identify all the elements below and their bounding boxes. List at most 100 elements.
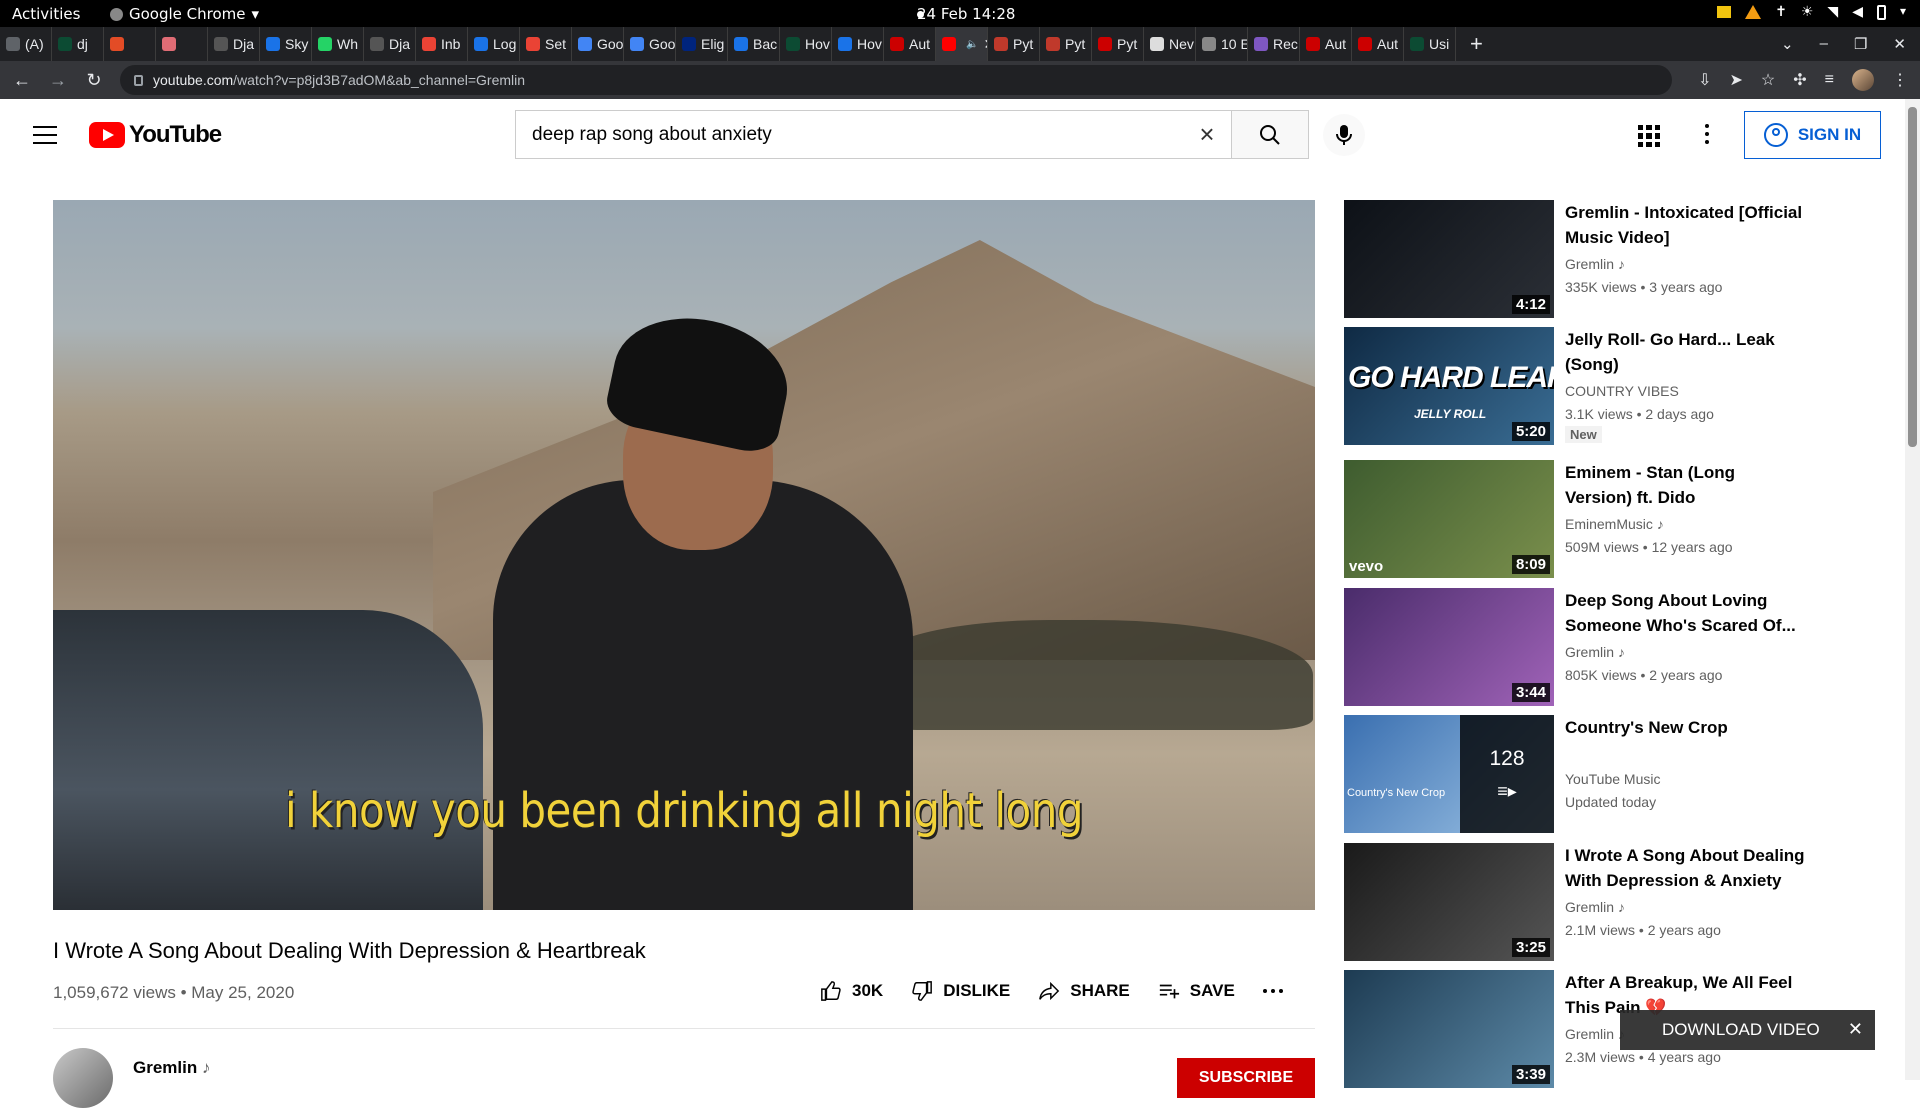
youtube-play-icon: [89, 122, 125, 148]
channel-avatar[interactable]: [53, 1048, 113, 1108]
browser-tab[interactable]: 🔈✕: [936, 27, 988, 61]
activities-button[interactable]: Activities: [12, 5, 80, 23]
search-button[interactable]: [1231, 110, 1309, 159]
close-icon[interactable]: ✕: [1848, 1019, 1863, 1040]
browser-tab[interactable]: Set: [520, 27, 572, 61]
clock[interactable]: 24 Feb 14:28: [917, 5, 1015, 23]
menu-icon[interactable]: [33, 126, 57, 144]
forward-button[interactable]: →: [44, 70, 72, 91]
recommendation-channel[interactable]: Gremlin ♪: [1565, 899, 1625, 915]
send-icon[interactable]: ➤: [1730, 70, 1743, 90]
recommendation-title[interactable]: I Wrote A Song About Dealing With Depres…: [1565, 843, 1805, 893]
recommendation-item[interactable]: Country's New Crop 128 ≡▸ Country's New Cro…: [1344, 715, 1804, 833]
media-control-icon[interactable]: ≡: [1825, 71, 1834, 89]
recommendation-thumbnail[interactable]: 3:44: [1344, 588, 1554, 706]
video-views-date: 1,059,672 views • May 25, 2020: [53, 983, 295, 1002]
recommendation-thumbnail[interactable]: 4:12: [1344, 200, 1554, 318]
browser-tab[interactable]: Pyt: [1092, 27, 1144, 61]
recommendation-item[interactable]: vevo 8:09 Eminem - Stan (Long Version) ft.…: [1344, 460, 1804, 578]
recommendation-channel[interactable]: EminemMusic ♪: [1565, 516, 1664, 532]
save-button[interactable]: SAVE: [1158, 980, 1235, 1002]
recommendation-item[interactable]: GO HARD LEAK JELLY ROLL 5:20 Jelly Roll- Go…: [1344, 327, 1804, 445]
recommendation-channel[interactable]: Gremlin ♪: [1565, 256, 1625, 272]
voice-search-button[interactable]: [1323, 114, 1365, 156]
browser-tab[interactable]: Hov: [780, 27, 832, 61]
browser-tab[interactable]: Dja: [208, 27, 260, 61]
back-button[interactable]: ←: [8, 70, 36, 91]
settings-more-icon[interactable]: [1705, 124, 1709, 144]
recommendation-thumbnail[interactable]: 3:39: [1344, 970, 1554, 1088]
browser-tab[interactable]: Nev: [1144, 27, 1196, 61]
browser-tab[interactable]: Aut: [1300, 27, 1352, 61]
search-input[interactable]: [516, 111, 1183, 158]
chrome-menu-icon[interactable]: ⋮: [1892, 70, 1908, 90]
minimize-icon[interactable]: –: [1820, 35, 1828, 53]
youtube-logo[interactable]: YouTube: [89, 121, 222, 149]
recommendation-thumbnail[interactable]: GO HARD LEAK JELLY ROLL 5:20: [1344, 327, 1554, 445]
install-app-icon[interactable]: ⇩: [1698, 70, 1711, 90]
recommendation-title[interactable]: Eminem - Stan (Long Version) ft. Dido: [1565, 460, 1805, 510]
bookmark-star-icon[interactable]: ☆: [1761, 70, 1775, 90]
recommendation-channel[interactable]: Gremlin ♪: [1565, 1026, 1625, 1042]
browser-tab[interactable]: dj: [52, 27, 104, 61]
browser-tab[interactable]: Elig: [676, 27, 728, 61]
recommendation-thumbnail[interactable]: 3:25: [1344, 843, 1554, 961]
app-menu[interactable]: Google Chrome ▾: [110, 5, 259, 23]
recommendation-thumbnail[interactable]: Country's New Crop 128 ≡▸: [1344, 715, 1554, 833]
notes-icon: [1717, 6, 1732, 18]
browser-tab[interactable]: (A): [0, 27, 52, 61]
sign-in-button[interactable]: SIGN IN: [1744, 111, 1881, 159]
recommendation-title[interactable]: Country's New Crop: [1565, 715, 1805, 740]
browser-tab[interactable]: Inb: [416, 27, 468, 61]
recommendation-item[interactable]: 4:12 Gremlin - Intoxicated [Official Musi…: [1344, 200, 1804, 318]
browser-tab[interactable]: Pyt: [1040, 27, 1092, 61]
close-window-icon[interactable]: ✕: [1893, 35, 1906, 53]
browser-tab[interactable]: Aut: [1352, 27, 1404, 61]
recommendation-channel[interactable]: Gremlin ♪: [1565, 644, 1625, 660]
browser-tab[interactable]: Goo: [572, 27, 624, 61]
browser-tab[interactable]: Rec: [1248, 27, 1300, 61]
browser-tab[interactable]: Sky: [260, 27, 312, 61]
restore-icon[interactable]: ❐: [1854, 35, 1867, 53]
browser-tab[interactable]: Pyt: [988, 27, 1040, 61]
more-actions-icon[interactable]: [1262, 989, 1283, 993]
recommendation-title[interactable]: Gremlin - Intoxicated [Official Music Vi…: [1565, 200, 1805, 250]
profile-avatar[interactable]: [1852, 69, 1874, 91]
tab-title: Pyt: [1013, 36, 1034, 52]
browser-tab[interactable]: 10 E: [1196, 27, 1248, 61]
reload-button[interactable]: ↻: [80, 70, 108, 91]
browser-tab[interactable]: Wh: [312, 27, 364, 61]
extensions-icon[interactable]: ✣: [1793, 70, 1806, 90]
browser-tab[interactable]: Dja: [364, 27, 416, 61]
page-scrollbar[interactable]: [1905, 99, 1920, 1080]
browser-tab[interactable]: Aut: [884, 27, 936, 61]
new-tab-button[interactable]: +: [1456, 31, 1497, 57]
recommendation-channel[interactable]: COUNTRY VIBES: [1565, 383, 1679, 399]
subscribe-button[interactable]: SUBSCRIBE: [1177, 1058, 1315, 1098]
browser-tab[interactable]: Log: [468, 27, 520, 61]
browser-tab[interactable]: Bac: [728, 27, 780, 61]
browser-tab[interactable]: [104, 27, 156, 61]
recommendation-item[interactable]: 3:44 Deep Song About Loving Someone Who's…: [1344, 588, 1804, 706]
video-player[interactable]: i know you been drinking all night long: [53, 200, 1315, 910]
recommendation-thumbnail[interactable]: vevo 8:09: [1344, 460, 1554, 578]
download-video-popup[interactable]: DOWNLOAD VIDEO ✕: [1620, 1010, 1875, 1050]
browser-tab[interactable]: [156, 27, 208, 61]
recommendation-channel[interactable]: YouTube Music: [1565, 771, 1660, 787]
system-tray[interactable]: ✝ ☀ ◥ ◀ ▾: [1717, 4, 1906, 20]
clear-search-icon[interactable]: ×: [1183, 119, 1231, 150]
recommendation-item[interactable]: 3:25 I Wrote A Song About Dealing With De…: [1344, 843, 1805, 961]
channel-name[interactable]: Gremlin ♪: [133, 1058, 210, 1078]
browser-tab[interactable]: Hov: [832, 27, 884, 61]
dislike-button[interactable]: DISLIKE: [911, 980, 1010, 1002]
share-button[interactable]: SHARE: [1038, 980, 1130, 1002]
recommendation-title[interactable]: Jelly Roll- Go Hard... Leak (Song): [1565, 327, 1805, 377]
address-bar[interactable]: youtube.com /watch?v=p8jd3B7adOM&ab_chan…: [120, 65, 1672, 95]
tab-search-icon[interactable]: ⌄: [1781, 35, 1794, 53]
tab-audio-icon[interactable]: 🔈: [966, 39, 978, 50]
browser-tab[interactable]: Usi: [1404, 27, 1456, 61]
like-button[interactable]: 30K: [820, 980, 883, 1002]
youtube-apps-icon[interactable]: [1638, 125, 1660, 147]
browser-tab[interactable]: Goo: [624, 27, 676, 61]
recommendation-title[interactable]: Deep Song About Loving Someone Who's Sca…: [1565, 588, 1805, 638]
